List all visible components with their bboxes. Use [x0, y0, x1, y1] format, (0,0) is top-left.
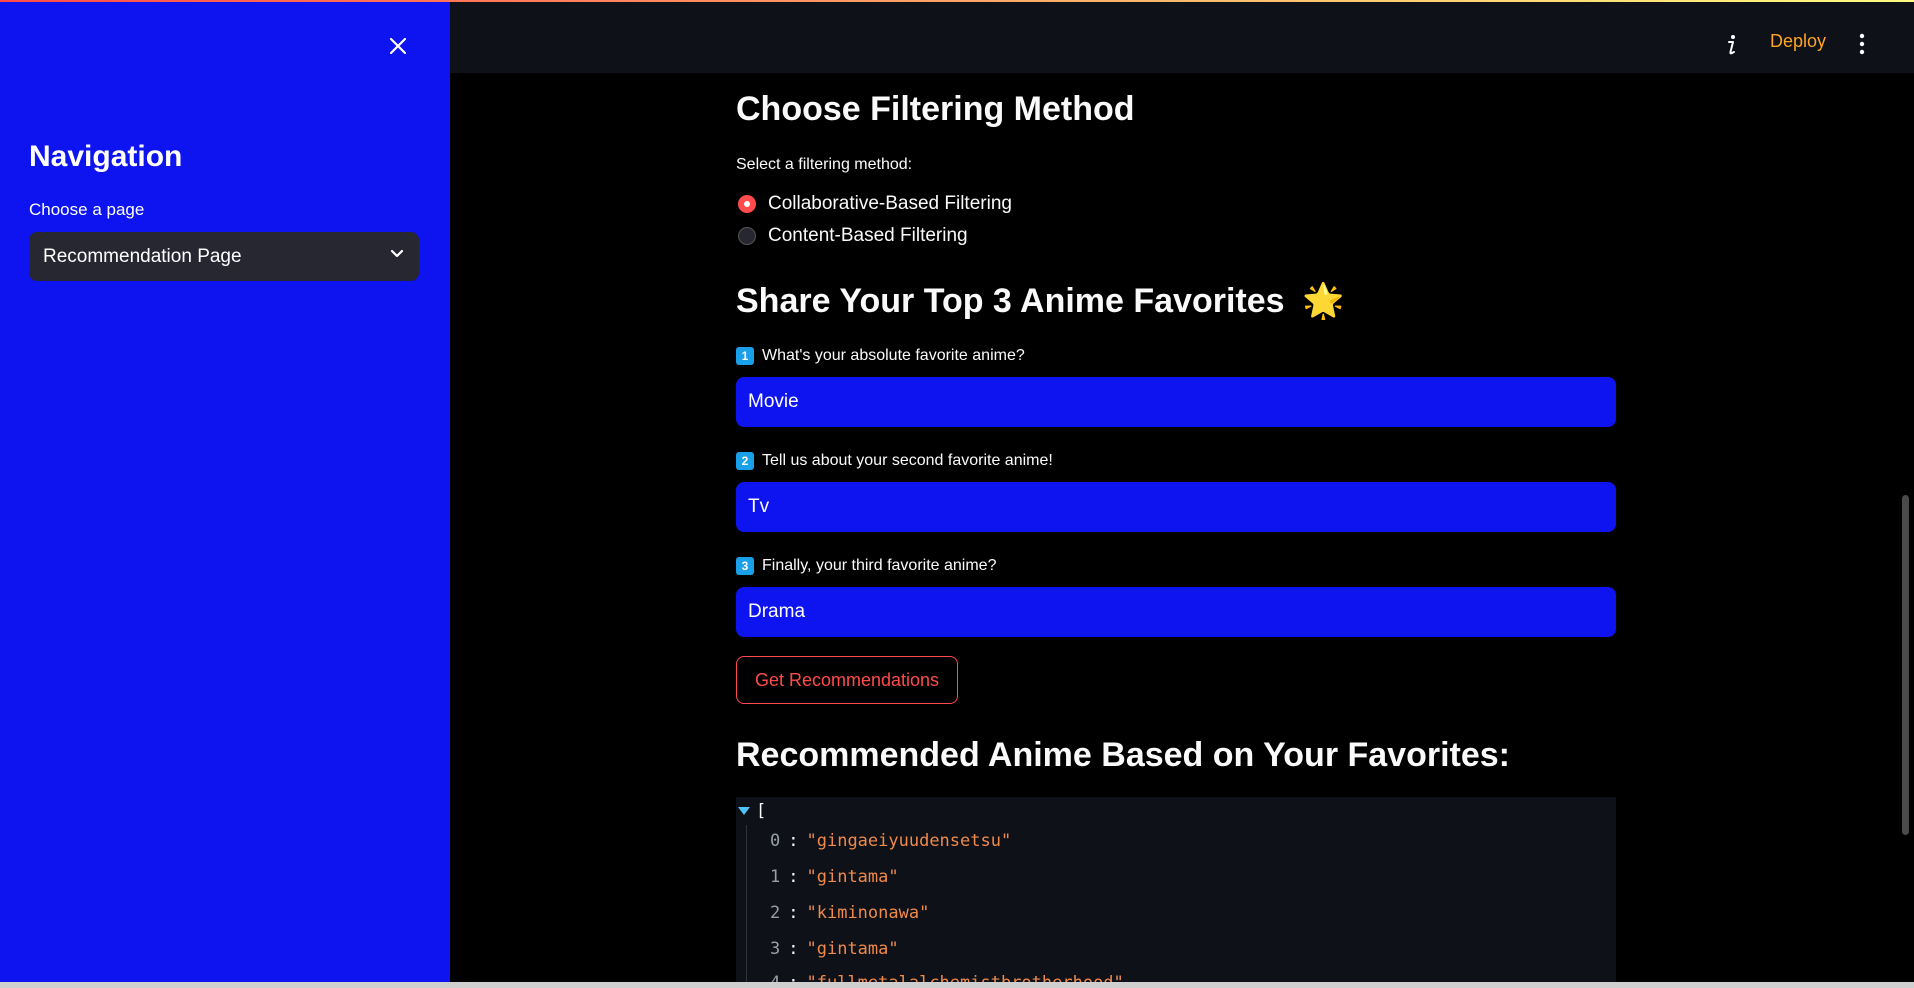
favorites-heading-text: Share Your Top 3 Anime Favorites [736, 282, 1285, 320]
page-select-label: Choose a page [29, 200, 145, 219]
json-index: 1 [770, 867, 781, 887]
favorite-2-input[interactable] [736, 482, 1616, 532]
favorite-3-input[interactable] [736, 587, 1616, 637]
favorite-3-label-text: Finally, your third favorite anime? [762, 557, 997, 574]
json-value: "gingaeiyuudensetsu" [806, 831, 1012, 851]
json-viewer: [ 0: "gingaeiyuudensetsu" 1: "gintama" 2: "… [736, 797, 1616, 982]
filtering-heading: Choose Filtering Method [736, 90, 1135, 128]
keycap-1-icon: 1 [736, 347, 754, 365]
favorite-2-label: 2 Tell us about your second favorite ani… [736, 452, 1053, 470]
json-index: 3 [770, 939, 781, 959]
page-select-value: Recommendation Page [43, 245, 242, 267]
main-scrollbar[interactable] [1902, 495, 1909, 835]
json-value: "kiminonawa" [806, 903, 930, 923]
favorite-2-label-text: Tell us about your second favorite anime… [762, 452, 1053, 469]
keycap-2-icon: 2 [736, 452, 754, 470]
json-item: 2: "kiminonawa" [770, 903, 930, 923]
window-bottom-edge [0, 982, 1914, 988]
json-index: 2 [770, 903, 781, 923]
json-open-bracket: [ [756, 801, 767, 821]
top-decoration-line [0, 0, 1914, 2]
keycap-3-icon: 3 [736, 557, 754, 575]
star-icon: 🌟 [1302, 282, 1345, 320]
json-value: "fullmetalalchemistbrotherhood" [807, 973, 1124, 982]
info-icon[interactable] [1720, 30, 1744, 58]
json-open-row: [ [738, 801, 766, 821]
more-options-icon[interactable] [1850, 30, 1874, 58]
chevron-down-icon [389, 246, 405, 267]
page-select[interactable]: Recommendation Page [29, 232, 419, 281]
get-recommendations-button[interactable]: Get Recommendations [736, 656, 958, 704]
json-item: 4:"fullmetalalchemistbrotherhood" [770, 973, 1124, 982]
sidebar-title: Navigation [29, 140, 183, 173]
json-index: 0 [770, 831, 781, 851]
app-header [450, 0, 1914, 73]
json-guide-line [746, 825, 747, 982]
favorite-3-label: 3 Finally, your third favorite anime? [736, 557, 996, 575]
close-sidebar-icon[interactable] [384, 32, 412, 60]
radio-unselected-icon [738, 227, 756, 245]
radio-collaborative[interactable]: Collaborative-Based Filtering [738, 193, 1012, 215]
json-value: "gintama" [806, 867, 899, 887]
json-index: 4 [770, 973, 780, 982]
favorite-1-input[interactable] [736, 377, 1616, 427]
filtering-label: Select a filtering method: [736, 156, 913, 173]
sidebar: Navigation Choose a page Recommendation … [0, 0, 450, 982]
favorite-1-label: 1 What's your absolute favorite anime? [736, 347, 1025, 365]
radio-label: Content-Based Filtering [768, 225, 968, 246]
json-item: 1: "gintama" [770, 867, 899, 887]
deploy-button[interactable]: Deploy [1770, 31, 1826, 52]
radio-selected-icon [738, 195, 756, 213]
json-item: 3: "gintama" [770, 939, 899, 959]
favorite-1-label-text: What's your absolute favorite anime? [762, 347, 1025, 364]
json-item: 0: "gingaeiyuudensetsu" [770, 831, 1012, 851]
radio-label: Collaborative-Based Filtering [768, 193, 1012, 214]
results-heading: Recommended Anime Based on Your Favorite… [736, 736, 1510, 774]
collapse-triangle-icon[interactable] [738, 807, 750, 815]
favorites-heading: Share Your Top 3 Anime Favorites 🌟 [736, 281, 1344, 321]
json-value: "gintama" [806, 939, 899, 959]
radio-content[interactable]: Content-Based Filtering [738, 225, 968, 247]
